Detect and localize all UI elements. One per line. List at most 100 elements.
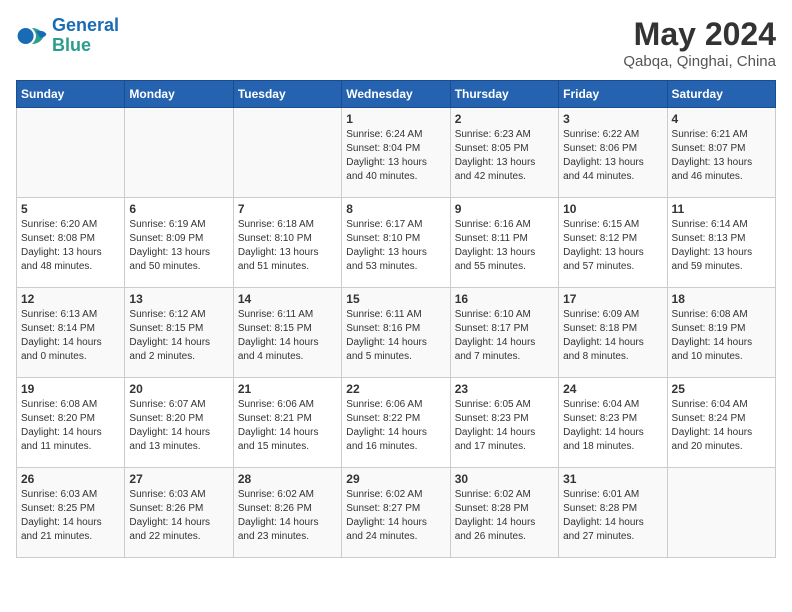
day-number: 31 [563,472,662,486]
day-info: Sunrise: 6:23 AMSunset: 8:05 PMDaylight:… [455,128,554,184]
calendar-day-cell: 12 Sunrise: 6:13 AMSunset: 8:14 PMDayligh… [17,288,125,378]
day-info: Sunrise: 6:14 AMSunset: 8:13 PMDaylight:… [672,218,771,274]
calendar-day-cell: 13 Sunrise: 6:12 AMSunset: 8:15 PMDayligh… [125,288,233,378]
day-number: 27 [129,472,228,486]
calendar-day-cell: 27 Sunrise: 6:03 AMSunset: 8:26 PMDayligh… [125,468,233,558]
calendar-day-cell: 16Sunrise: 6:10 AMSunset: 8:17 PMDayligh… [450,288,558,378]
day-info: Sunrise: 6:02 AMSunset: 8:28 PMDaylight:… [455,488,554,544]
calendar-day-cell: 24 Sunrise: 6:04 AMSunset: 8:23 PMDayligh… [559,378,667,468]
day-info: Sunrise: 6:07 AMSunset: 8:20 PMDaylight:… [129,398,228,454]
day-info: Sunrise: 6:21 AMSunset: 8:07 PMDaylight:… [672,128,771,184]
calendar-day-cell: 17Sunrise: 6:09 AMSunset: 8:18 PMDayligh… [559,288,667,378]
calendar-day-cell [667,468,775,558]
day-info: Sunrise: 6:02 AMSunset: 8:26 PMDaylight:… [238,488,337,544]
calendar-day-cell: 9Sunrise: 6:16 AMSunset: 8:11 PMDaylight… [450,198,558,288]
day-number: 12 [21,292,120,306]
day-number: 30 [455,472,554,486]
calendar-day-cell: 15 Sunrise: 6:11 AMSunset: 8:16 PMDayligh… [342,288,450,378]
day-number: 23 [455,382,554,396]
weekday-header-cell: Monday [125,81,233,108]
day-info: Sunrise: 6:19 AMSunset: 8:09 PMDaylight:… [129,218,228,274]
day-info: Sunrise: 6:15 AMSunset: 8:12 PMDaylight:… [563,218,662,274]
logo-text: General Blue [52,16,119,56]
calendar-day-cell: 31Sunrise: 6:01 AMSunset: 8:28 PMDayligh… [559,468,667,558]
calendar-day-cell: 3 Sunrise: 6:22 AMSunset: 8:06 PMDaylight… [559,108,667,198]
day-number: 6 [129,202,228,216]
weekday-header-cell: Tuesday [233,81,341,108]
calendar-day-cell: 11 Sunrise: 6:14 AMSunset: 8:13 PMDayligh… [667,198,775,288]
page-header: General Blue May 2024 Qabqa, Qinghai, Ch… [16,16,776,70]
day-info: Sunrise: 6:11 AMSunset: 8:15 PMDaylight:… [238,308,337,364]
calendar-day-cell: 2 Sunrise: 6:23 AMSunset: 8:05 PMDaylight… [450,108,558,198]
title-area: May 2024 Qabqa, Qinghai, China [623,16,776,70]
day-number: 24 [563,382,662,396]
day-number: 13 [129,292,228,306]
calendar-day-cell: 4 Sunrise: 6:21 AMSunset: 8:07 PMDaylight… [667,108,775,198]
main-title: May 2024 [623,16,776,53]
day-info: Sunrise: 6:08 AMSunset: 8:19 PMDaylight:… [672,308,771,364]
day-number: 5 [21,202,120,216]
day-number: 9 [455,202,554,216]
day-info: Sunrise: 6:12 AMSunset: 8:15 PMDaylight:… [129,308,228,364]
calendar-day-cell: 23 Sunrise: 6:05 AMSunset: 8:23 PMDayligh… [450,378,558,468]
day-info: Sunrise: 6:11 AMSunset: 8:16 PMDaylight:… [346,308,445,364]
day-info: Sunrise: 6:06 AMSunset: 8:22 PMDaylight:… [346,398,445,454]
day-info: Sunrise: 6:03 AMSunset: 8:25 PMDaylight:… [21,488,120,544]
calendar-day-cell: 30 Sunrise: 6:02 AMSunset: 8:28 PMDayligh… [450,468,558,558]
weekday-header-row: SundayMondayTuesdayWednesdayThursdayFrid… [17,81,776,108]
day-info: Sunrise: 6:04 AMSunset: 8:24 PMDaylight:… [672,398,771,454]
day-number: 29 [346,472,445,486]
day-number: 4 [672,112,771,126]
calendar-day-cell: 18 Sunrise: 6:08 AMSunset: 8:19 PMDayligh… [667,288,775,378]
calendar-week-row: 26Sunrise: 6:03 AMSunset: 8:25 PMDayligh… [17,468,776,558]
day-number: 17 [563,292,662,306]
day-number: 1 [346,112,445,126]
day-number: 15 [346,292,445,306]
calendar-day-cell [233,108,341,198]
subtitle: Qabqa, Qinghai, China [623,53,776,70]
day-info: Sunrise: 6:03 AMSunset: 8:26 PMDaylight:… [129,488,228,544]
day-number: 20 [129,382,228,396]
day-info: Sunrise: 6:22 AMSunset: 8:06 PMDaylight:… [563,128,662,184]
calendar-day-cell: 5Sunrise: 6:20 AMSunset: 8:08 PMDaylight… [17,198,125,288]
calendar-day-cell: 14 Sunrise: 6:11 AMSunset: 8:15 PMDayligh… [233,288,341,378]
day-number: 19 [21,382,120,396]
weekday-header-cell: Saturday [667,81,775,108]
day-number: 7 [238,202,337,216]
day-number: 14 [238,292,337,306]
day-info: Sunrise: 6:13 AMSunset: 8:14 PMDaylight:… [21,308,120,364]
day-info: Sunrise: 6:08 AMSunset: 8:20 PMDaylight:… [21,398,120,454]
day-number: 18 [672,292,771,306]
calendar-day-cell: 20 Sunrise: 6:07 AMSunset: 8:20 PMDayligh… [125,378,233,468]
calendar-day-cell: 7 Sunrise: 6:18 AMSunset: 8:10 PMDaylight… [233,198,341,288]
calendar-day-cell: 8Sunrise: 6:17 AMSunset: 8:10 PMDaylight… [342,198,450,288]
day-number: 22 [346,382,445,396]
day-number: 28 [238,472,337,486]
day-number: 8 [346,202,445,216]
day-info: Sunrise: 6:04 AMSunset: 8:23 PMDaylight:… [563,398,662,454]
day-number: 11 [672,202,771,216]
calendar-week-row: 1Sunrise: 6:24 AMSunset: 8:04 PMDaylight… [17,108,776,198]
day-number: 3 [563,112,662,126]
calendar-day-cell: 22 Sunrise: 6:06 AMSunset: 8:22 PMDayligh… [342,378,450,468]
calendar-day-cell: 6 Sunrise: 6:19 AMSunset: 8:09 PMDaylight… [125,198,233,288]
calendar-week-row: 12 Sunrise: 6:13 AMSunset: 8:14 PMDayligh… [17,288,776,378]
calendar-body: 1Sunrise: 6:24 AMSunset: 8:04 PMDaylight… [17,108,776,558]
day-number: 16 [455,292,554,306]
logo-icon [16,20,48,52]
day-number: 10 [563,202,662,216]
day-info: Sunrise: 6:18 AMSunset: 8:10 PMDaylight:… [238,218,337,274]
day-info: Sunrise: 6:05 AMSunset: 8:23 PMDaylight:… [455,398,554,454]
day-number: 2 [455,112,554,126]
calendar-day-cell [17,108,125,198]
calendar-day-cell: 29Sunrise: 6:02 AMSunset: 8:27 PMDayligh… [342,468,450,558]
weekday-header-cell: Friday [559,81,667,108]
calendar-day-cell: 1Sunrise: 6:24 AMSunset: 8:04 PMDaylight… [342,108,450,198]
logo: General Blue [16,16,119,56]
calendar-day-cell: 19 Sunrise: 6:08 AMSunset: 8:20 PMDayligh… [17,378,125,468]
day-number: 21 [238,382,337,396]
calendar-week-row: 19 Sunrise: 6:08 AMSunset: 8:20 PMDayligh… [17,378,776,468]
calendar-day-cell: 26Sunrise: 6:03 AMSunset: 8:25 PMDayligh… [17,468,125,558]
calendar-week-row: 5Sunrise: 6:20 AMSunset: 8:08 PMDaylight… [17,198,776,288]
calendar-day-cell: 10 Sunrise: 6:15 AMSunset: 8:12 PMDayligh… [559,198,667,288]
